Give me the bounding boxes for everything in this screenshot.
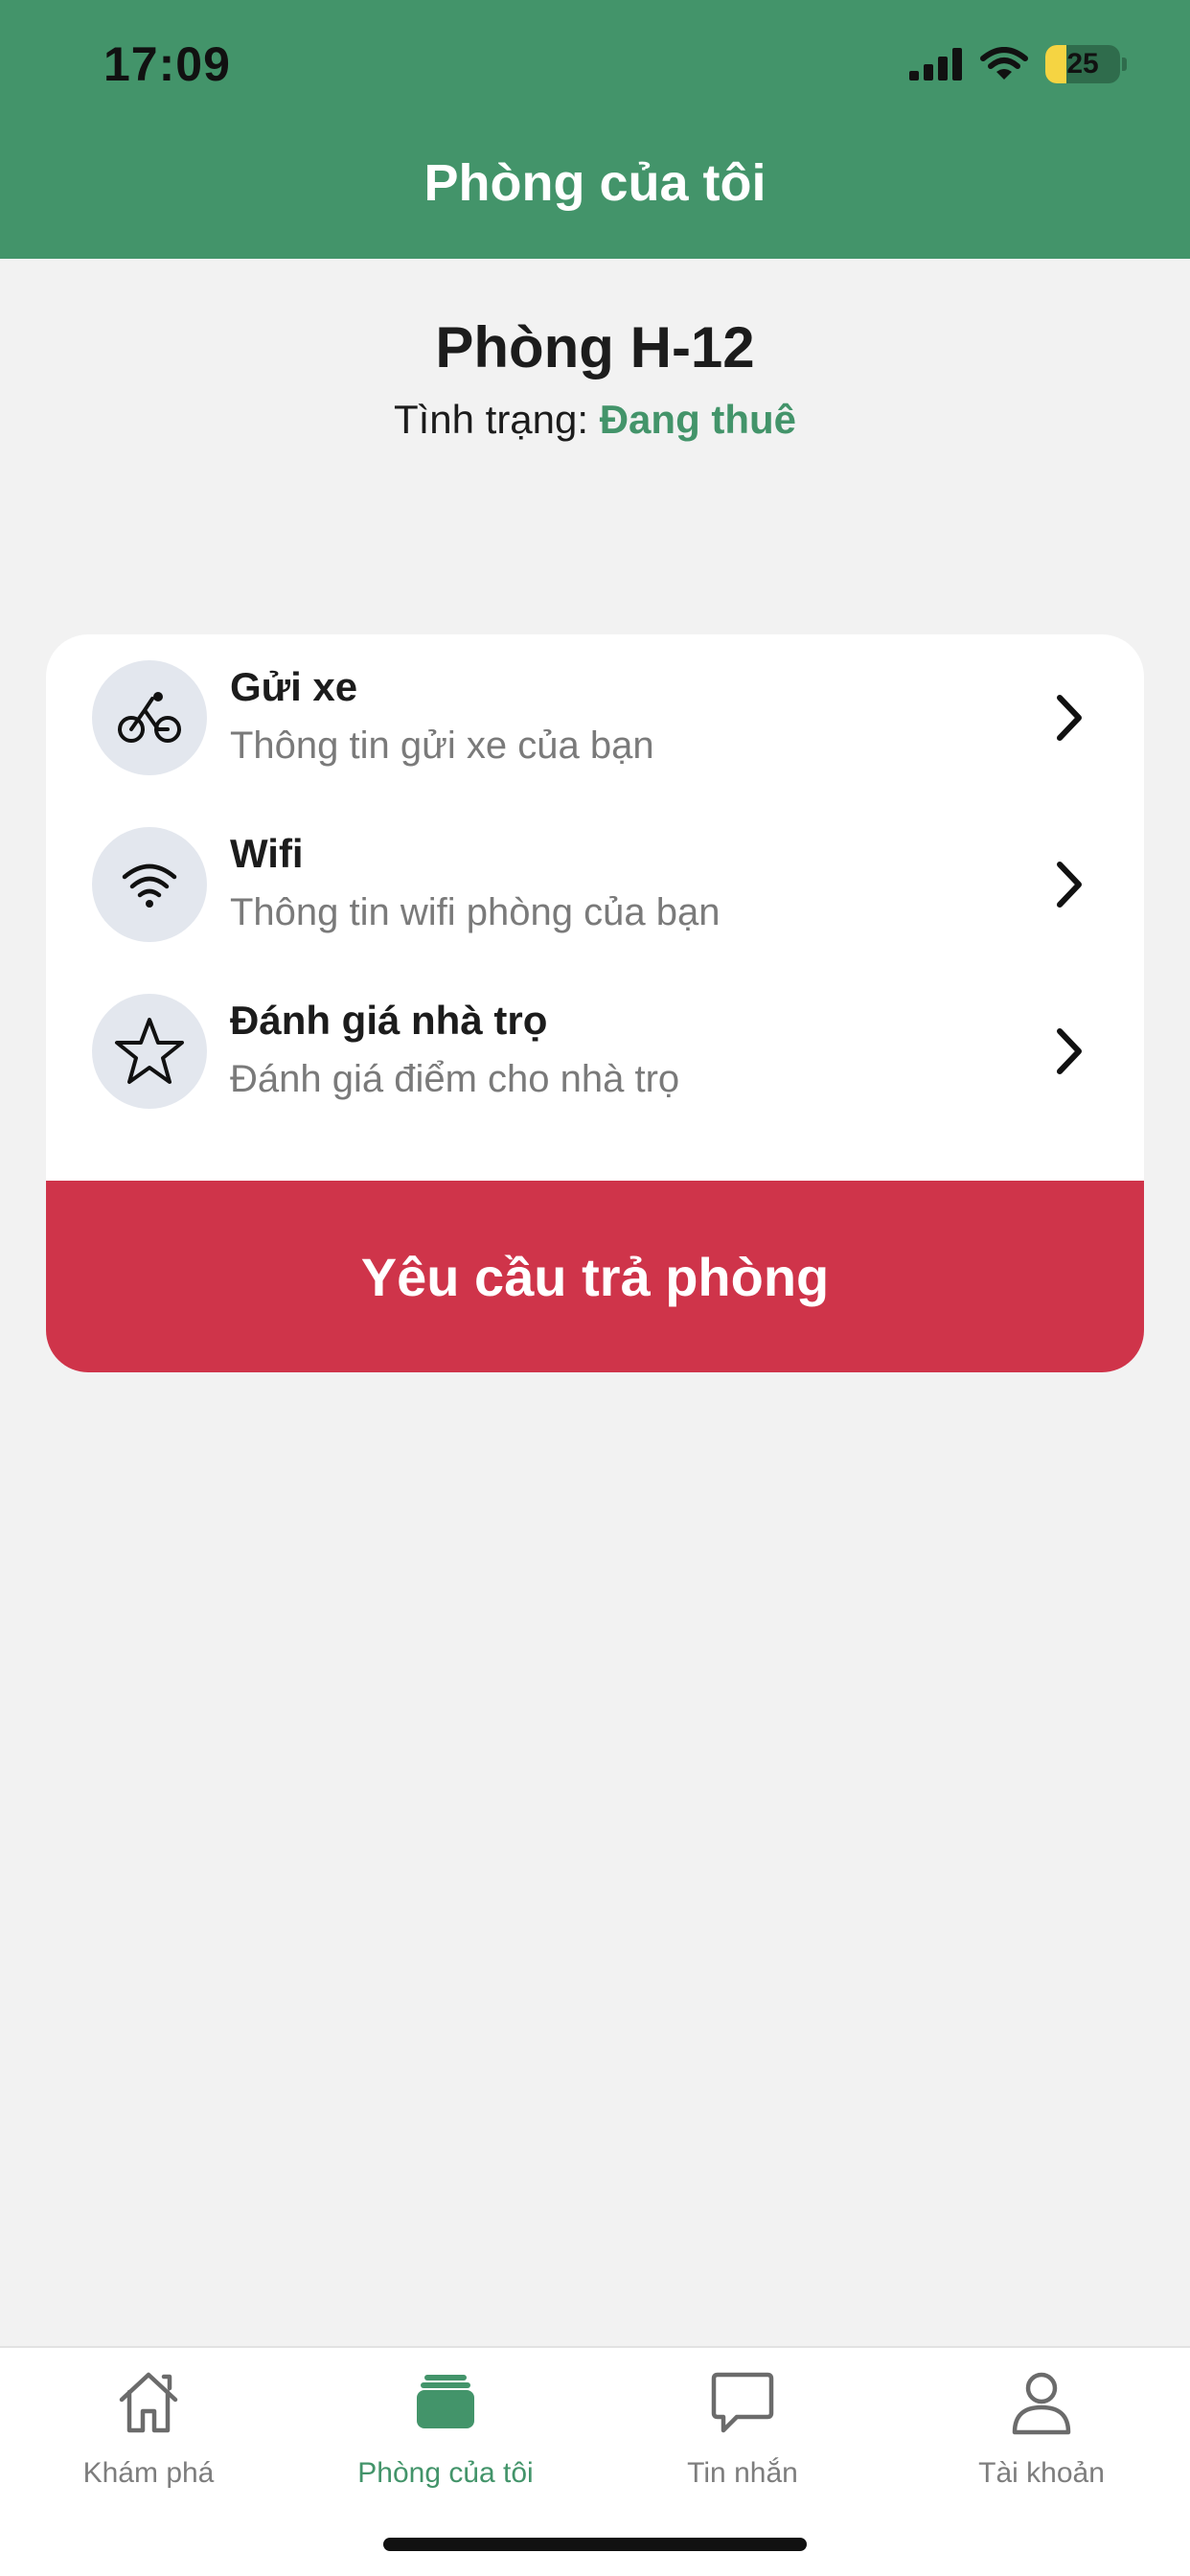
room-status: Tình trạng: Đang thuê — [0, 397, 1190, 443]
tab-explore[interactable]: Khám phá — [0, 2348, 297, 2501]
menu-text: Wifi Thông tin wifi phòng của bạn — [230, 829, 720, 940]
battery-tip — [1122, 58, 1127, 71]
request-checkout-button[interactable]: Yêu cầu trả phòng — [46, 1181, 1144, 1372]
room-stack-icon — [417, 2375, 474, 2428]
status-time: 17:09 — [103, 37, 231, 91]
wifi-icon — [122, 863, 177, 908]
menu-item-wifi[interactable]: Wifi Thông tin wifi phòng của bạn — [46, 801, 1144, 968]
tab-my-room[interactable]: Phòng của tôi — [297, 2348, 594, 2501]
wifi-status-icon — [980, 47, 1028, 80]
battery-icon: 25 — [1045, 45, 1120, 83]
tab-label: Tài khoản — [978, 2457, 1105, 2489]
chat-icon — [711, 2372, 774, 2433]
bicycle-icon — [118, 692, 181, 743]
battery-level: 25 — [1066, 48, 1099, 80]
chevron-right-icon — [1057, 695, 1082, 741]
menu-title: Đánh giá nhà trọ — [230, 998, 548, 1043]
room-options-card: Gửi xe Thông tin gửi xe của bạn Wifi Thô… — [46, 634, 1144, 1372]
tab-label: Khám phá — [82, 2457, 215, 2489]
page-title: Phòng của tôi — [423, 154, 767, 212]
room-status-value: Đang thuê — [599, 397, 797, 442]
home-indicator — [383, 2538, 807, 2551]
menu-text: Gửi xe Thông tin gửi xe của bạn — [230, 662, 654, 773]
chevron-right-icon — [1057, 1028, 1082, 1074]
chevron-right-icon — [1057, 862, 1082, 908]
menu-item-rating[interactable]: Đánh giá nhà trọ Đánh giá điểm cho nhà t… — [46, 968, 1144, 1135]
menu-subtitle: Thông tin wifi phòng của bạn — [230, 891, 721, 933]
status-icons: 25 — [909, 40, 1127, 88]
menu-item-parking[interactable]: Gửi xe Thông tin gửi xe của bạn — [46, 634, 1144, 801]
tab-messages[interactable]: Tin nhắn — [594, 2348, 891, 2501]
user-icon — [1012, 2372, 1071, 2435]
menu-text: Đánh giá nhà trọ Đánh giá điểm cho nhà t… — [230, 996, 679, 1107]
tab-account[interactable]: Tài khoản — [893, 2348, 1190, 2501]
star-icon — [115, 1018, 184, 1084]
menu-icon-circle — [92, 827, 207, 942]
menu-title: Gửi xe — [230, 664, 358, 709]
home-icon — [119, 2372, 178, 2433]
header: 17:09 25 Phòng của tôi — [0, 0, 1190, 259]
menu-subtitle: Đánh giá điểm cho nhà trọ — [230, 1058, 680, 1100]
menu-icon-circle — [92, 994, 207, 1109]
menu-icon-circle — [92, 660, 207, 775]
room-title: Phòng H-12 — [435, 315, 755, 380]
tab-label: Phòng của tôi — [357, 2457, 534, 2489]
cellular-signal-icon — [909, 48, 962, 80]
app-screen: 17:09 25 Phòng của tôi Phòng H-12 Tình t… — [0, 0, 1190, 2576]
menu-subtitle: Thông tin gửi xe của bạn — [230, 724, 654, 767]
tab-label: Tin nhắn — [687, 2457, 798, 2489]
menu-title: Wifi — [230, 831, 304, 876]
room-status-label: Tình trạng: — [393, 397, 589, 442]
